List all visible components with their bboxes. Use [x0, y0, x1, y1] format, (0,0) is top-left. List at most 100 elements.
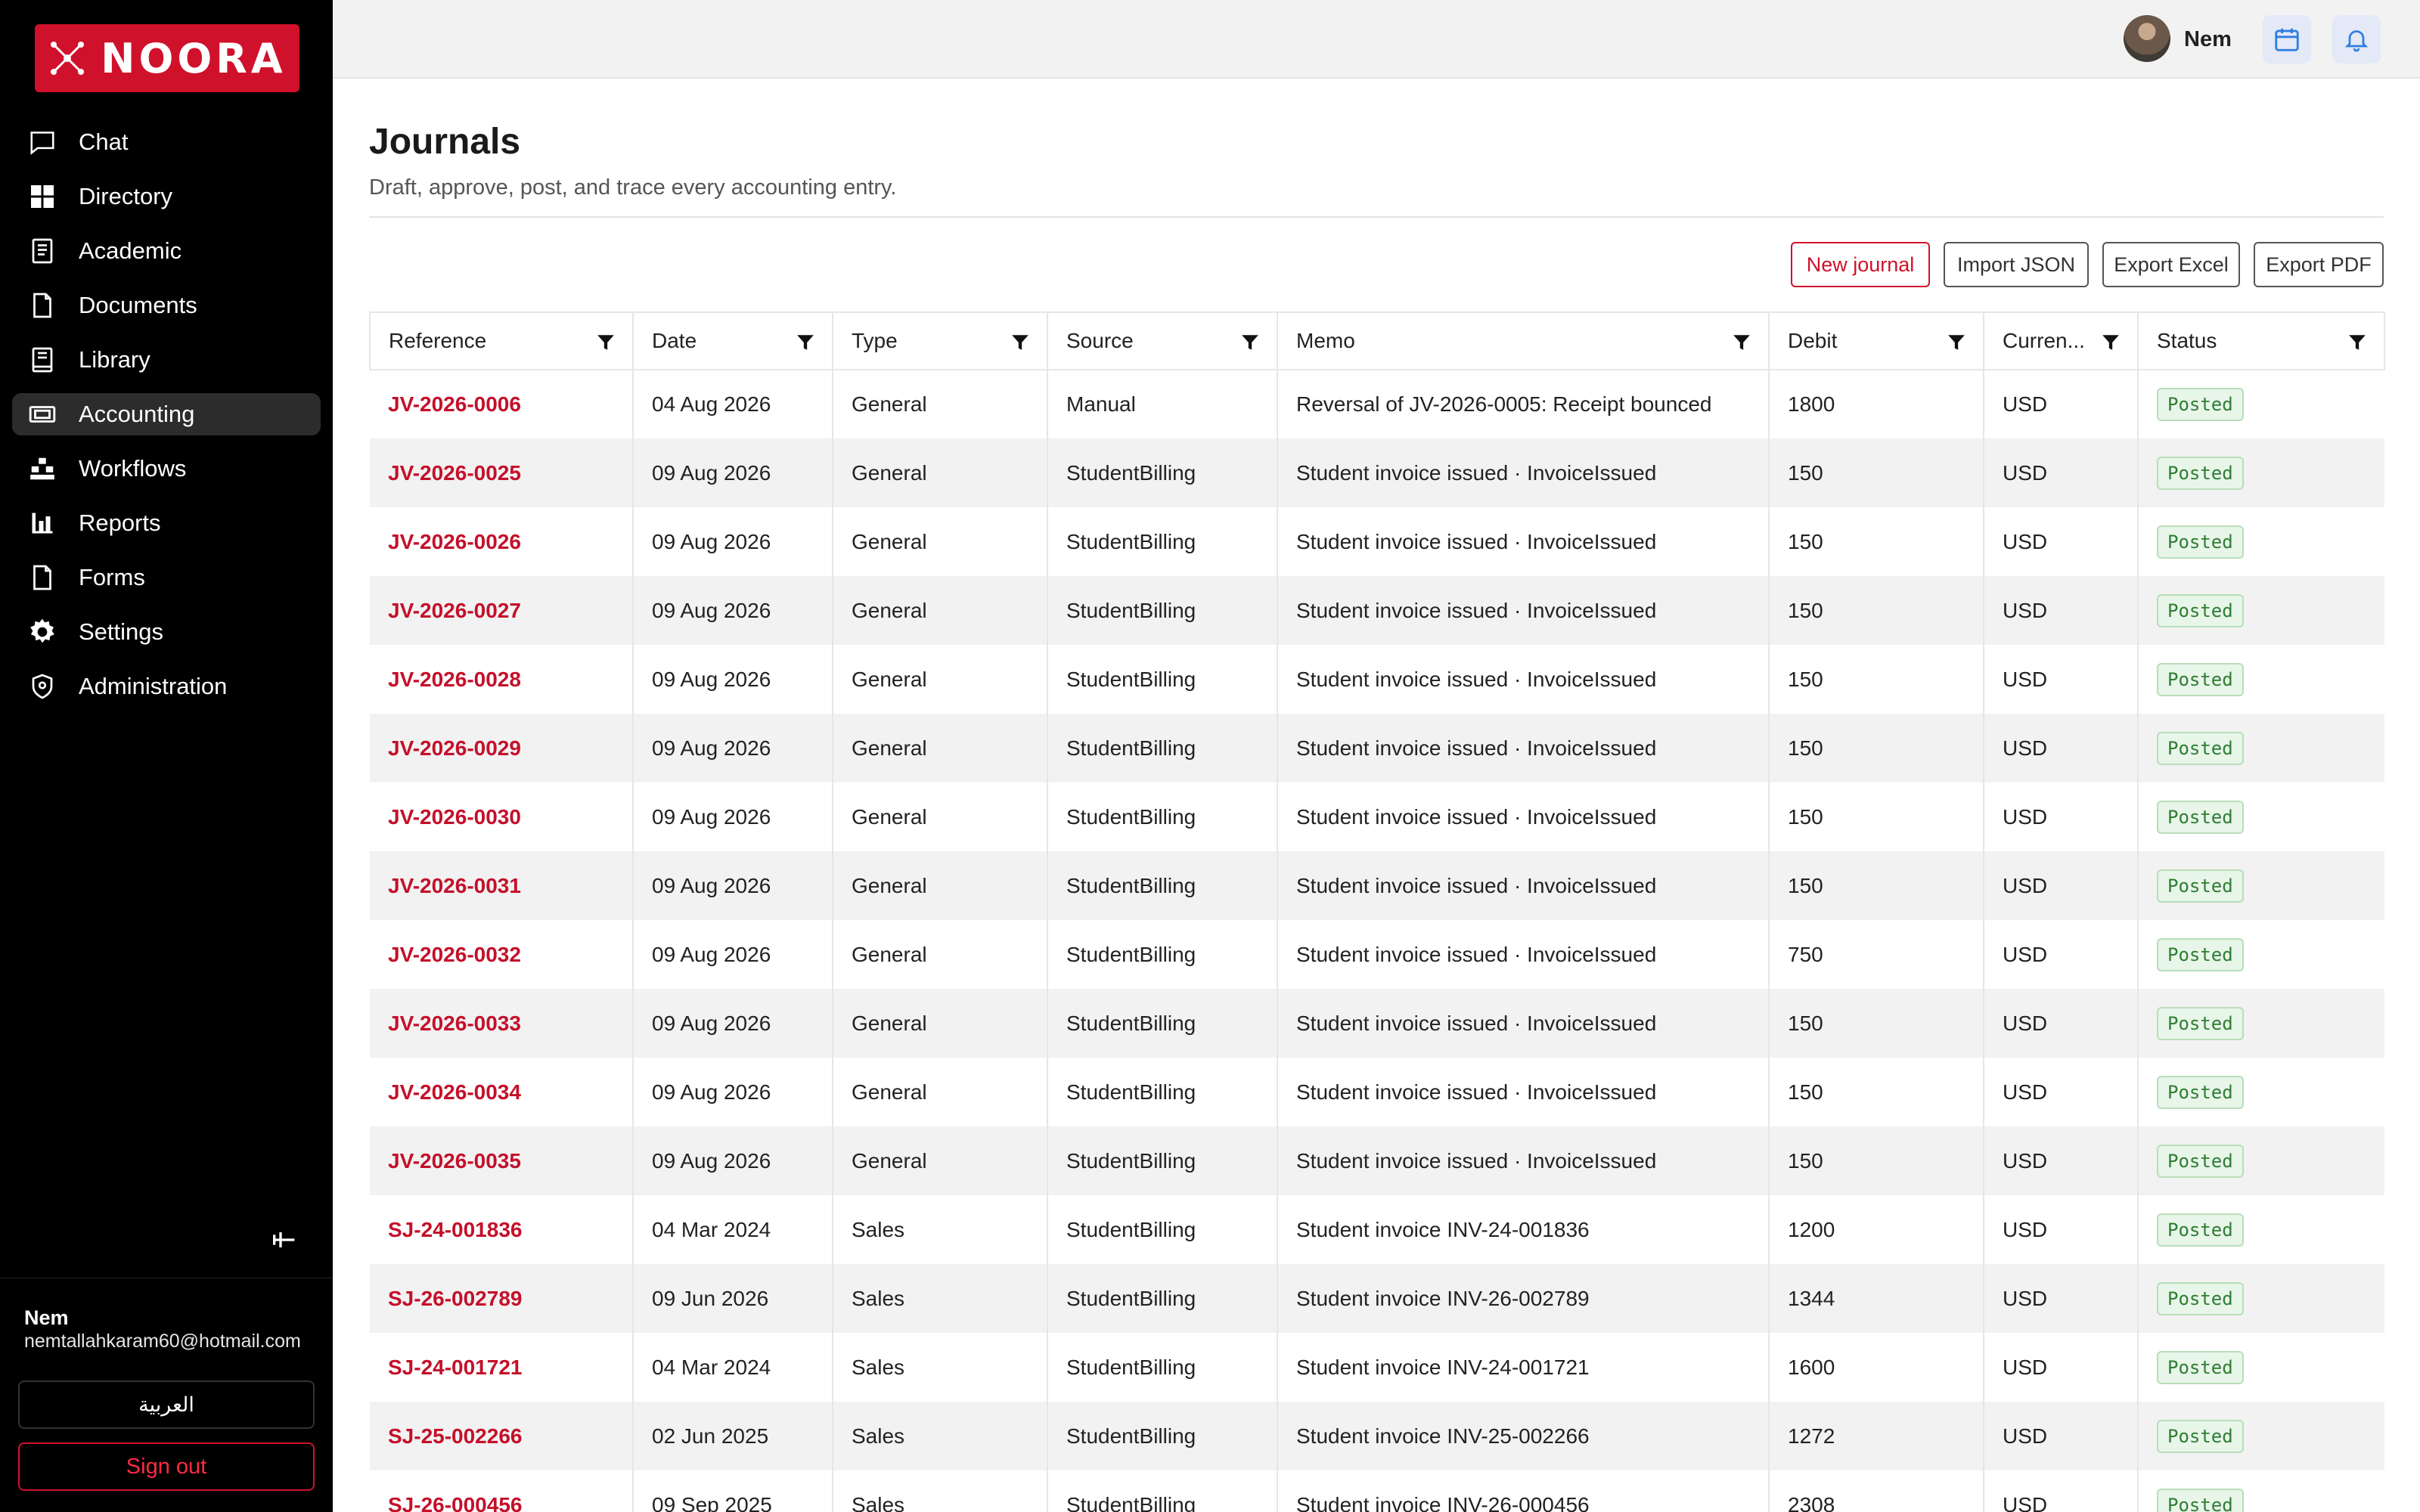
debit-cell: 150: [1769, 851, 1984, 920]
column-header-debit[interactable]: Debit: [1769, 312, 1984, 370]
sidebar-item-label: Workflows: [79, 455, 187, 482]
filter-icon[interactable]: [1010, 333, 1030, 352]
journal-reference-link[interactable]: SJ-25-002266: [370, 1402, 634, 1470]
filter-icon[interactable]: [596, 333, 616, 352]
table-row[interactable]: JV-2026-0006 04 Aug 2026 General Manual Reve…: [370, 370, 2384, 438]
currency-cell: USD: [1984, 1333, 2139, 1402]
sidebar-item-directory[interactable]: Directory: [12, 175, 321, 218]
journal-reference-link[interactable]: JV-2026-0030: [370, 782, 634, 851]
filter-icon[interactable]: [2101, 333, 2121, 352]
journal-reference-link[interactable]: JV-2026-0031: [370, 851, 634, 920]
header-divider: [369, 216, 2384, 218]
filter-icon[interactable]: [2347, 333, 2367, 352]
table-row[interactable]: SJ-26-000456 09 Sep 2025 Sales StudentBilli…: [370, 1470, 2384, 1512]
debit-cell: 2308: [1769, 1470, 1984, 1512]
journal-reference-link[interactable]: JV-2026-0028: [370, 645, 634, 714]
sidebar-item-chat[interactable]: Chat: [12, 121, 321, 163]
journal-reference-link[interactable]: SJ-26-002789: [370, 1264, 634, 1333]
column-header-memo[interactable]: Memo: [1277, 312, 1770, 370]
sidebar-item-settings[interactable]: Settings: [12, 611, 321, 653]
table-row[interactable]: JV-2026-0031 09 Aug 2026 General StudentBil…: [370, 851, 2384, 920]
sidebar-item-library[interactable]: Library: [12, 339, 321, 381]
date-cell: 09 Aug 2026: [633, 438, 833, 507]
table-row[interactable]: JV-2026-0033 09 Aug 2026 General StudentBil…: [370, 989, 2384, 1058]
table-row[interactable]: JV-2026-0029 09 Aug 2026 General StudentBil…: [370, 714, 2384, 782]
journal-reference-link[interactable]: JV-2026-0034: [370, 1058, 634, 1126]
journal-reference-link[interactable]: SJ-24-001721: [370, 1333, 634, 1402]
table-row[interactable]: SJ-24-001836 04 Mar 2024 Sales StudentBilli…: [370, 1195, 2384, 1264]
table-row[interactable]: JV-2026-0030 09 Aug 2026 General StudentBil…: [370, 782, 2384, 851]
debit-cell: 150: [1769, 507, 1984, 576]
journal-reference-link[interactable]: JV-2026-0035: [370, 1126, 634, 1195]
calendar-button[interactable]: [2263, 15, 2311, 64]
column-header-type[interactable]: Type: [833, 312, 1048, 370]
calendar-icon: [2275, 28, 2299, 51]
source-cell: StudentBilling: [1047, 714, 1278, 782]
table-row[interactable]: JV-2026-0025 09 Aug 2026 General StudentBil…: [370, 438, 2384, 507]
filter-icon[interactable]: [796, 333, 815, 352]
status-cell: Posted: [2138, 507, 2384, 576]
status-cell: Posted: [2138, 370, 2384, 438]
noora-logo[interactable]: NOORA: [35, 24, 299, 92]
date-cell: 09 Aug 2026: [633, 1058, 833, 1126]
sidebar-item-reports[interactable]: Reports: [12, 502, 321, 544]
status-badge: Posted: [2157, 593, 2244, 627]
journal-reference-link[interactable]: JV-2026-0032: [370, 920, 634, 989]
journal-reference-link[interactable]: JV-2026-0029: [370, 714, 634, 782]
top-user-name[interactable]: Nem: [2184, 27, 2232, 52]
sidebar-item-documents[interactable]: Documents: [12, 284, 321, 327]
export-pdf-button[interactable]: Export PDF: [2254, 242, 2384, 287]
journal-reference-link[interactable]: JV-2026-0025: [370, 438, 634, 507]
sidebar-item-workflows[interactable]: Workflows: [12, 448, 321, 490]
table-row[interactable]: JV-2026-0035 09 Aug 2026 General StudentBil…: [370, 1126, 2384, 1195]
export-excel-button[interactable]: Export Excel: [2102, 242, 2240, 287]
table-row[interactable]: JV-2026-0034 09 Aug 2026 General StudentBil…: [370, 1058, 2384, 1126]
sign-out-button[interactable]: Sign out: [18, 1442, 315, 1491]
book-icon: [27, 236, 57, 266]
table-row[interactable]: JV-2026-0026 09 Aug 2026 General StudentBil…: [370, 507, 2384, 576]
currency-cell: USD: [1984, 645, 2139, 714]
sidebar-item-label: Administration: [79, 673, 228, 699]
status-badge: Posted: [2157, 662, 2244, 696]
table-row[interactable]: SJ-26-002789 09 Jun 2026 Sales StudentBilli…: [370, 1264, 2384, 1333]
column-label: Date: [652, 329, 697, 352]
journal-reference-link[interactable]: JV-2026-0027: [370, 576, 634, 645]
filter-icon[interactable]: [1732, 333, 1751, 352]
journal-reference-link[interactable]: JV-2026-0033: [370, 989, 634, 1058]
sidebar-item-forms[interactable]: Forms: [12, 556, 321, 599]
new-journal-button[interactable]: New journal: [1791, 242, 1930, 287]
import-json-button[interactable]: Import JSON: [1944, 242, 2089, 287]
filter-icon[interactable]: [1947, 333, 1966, 352]
table-row[interactable]: JV-2026-0028 09 Aug 2026 General StudentBil…: [370, 645, 2384, 714]
table-row[interactable]: JV-2026-0032 09 Aug 2026 General StudentBil…: [370, 920, 2384, 989]
language-toggle-button[interactable]: العربية: [18, 1380, 315, 1429]
filter-icon[interactable]: [1240, 333, 1260, 352]
sidebar-item-label: Documents: [79, 292, 197, 318]
type-cell: General: [833, 714, 1048, 782]
source-cell: StudentBilling: [1047, 1470, 1278, 1512]
date-cell: 09 Sep 2025: [633, 1470, 833, 1512]
source-cell: StudentBilling: [1047, 1264, 1278, 1333]
table-row[interactable]: SJ-25-002266 02 Jun 2025 Sales StudentBilli…: [370, 1402, 2384, 1470]
column-header-reference[interactable]: Reference: [370, 312, 634, 370]
sidebar-item-administration[interactable]: Administration: [12, 665, 321, 708]
column-header-currency[interactable]: Curren...: [1984, 312, 2139, 370]
pin-sidebar-icon[interactable]: [269, 1225, 299, 1255]
workflow-icon: [27, 454, 57, 484]
journal-reference-link[interactable]: JV-2026-0006: [370, 370, 634, 438]
avatar[interactable]: [2124, 15, 2170, 62]
notifications-button[interactable]: [2332, 15, 2381, 64]
sidebar-item-academic[interactable]: Academic: [12, 230, 321, 272]
table-row[interactable]: JV-2026-0027 09 Aug 2026 General StudentBil…: [370, 576, 2384, 645]
journal-reference-link[interactable]: JV-2026-0026: [370, 507, 634, 576]
sidebar-item-accounting[interactable]: Accounting: [12, 393, 321, 435]
column-header-status[interactable]: Status: [2138, 312, 2384, 370]
memo-cell: Student invoice INV-24-001721: [1277, 1333, 1770, 1402]
journal-reference-link[interactable]: SJ-24-001836: [370, 1195, 634, 1264]
table-row[interactable]: SJ-24-001721 04 Mar 2024 Sales StudentBilli…: [370, 1333, 2384, 1402]
status-badge: Posted: [2157, 1213, 2244, 1247]
journal-reference-link[interactable]: SJ-26-000456: [370, 1470, 634, 1512]
currency-cell: USD: [1984, 1195, 2139, 1264]
column-header-date[interactable]: Date: [633, 312, 833, 370]
column-header-source[interactable]: Source: [1047, 312, 1278, 370]
